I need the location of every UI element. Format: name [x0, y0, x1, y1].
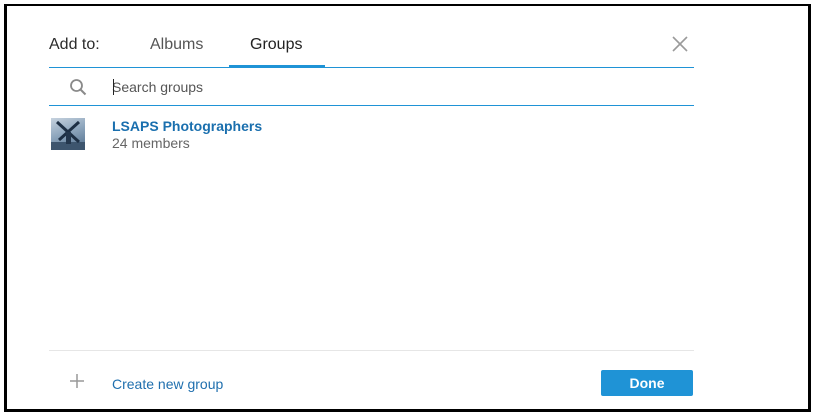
tab-groups[interactable]: Groups [250, 36, 302, 54]
add-to-dialog: Add to: Albums Groups LSAPS Photographer… [4, 4, 811, 412]
done-button[interactable]: Done [601, 370, 693, 396]
divider [49, 350, 694, 351]
add-to-label: Add to: [49, 36, 100, 53]
create-new-group-link[interactable]: Create new group [112, 376, 223, 392]
plus-icon[interactable] [70, 374, 84, 388]
group-name[interactable]: LSAPS Photographers [112, 118, 262, 134]
close-icon[interactable] [671, 35, 689, 53]
tab-albums[interactable]: Albums [150, 36, 203, 54]
divider [49, 105, 694, 106]
group-thumbnail [51, 118, 85, 150]
windmill-icon [51, 120, 85, 150]
search-input[interactable] [112, 75, 672, 99]
dialog-header: Add to: Albums Groups [7, 6, 808, 70]
search-icon [70, 79, 87, 96]
group-list-item[interactable]: LSAPS Photographers 24 members [49, 114, 694, 154]
search-bar [49, 68, 694, 105]
group-member-count: 24 members [112, 135, 190, 151]
text-caret [113, 79, 114, 95]
